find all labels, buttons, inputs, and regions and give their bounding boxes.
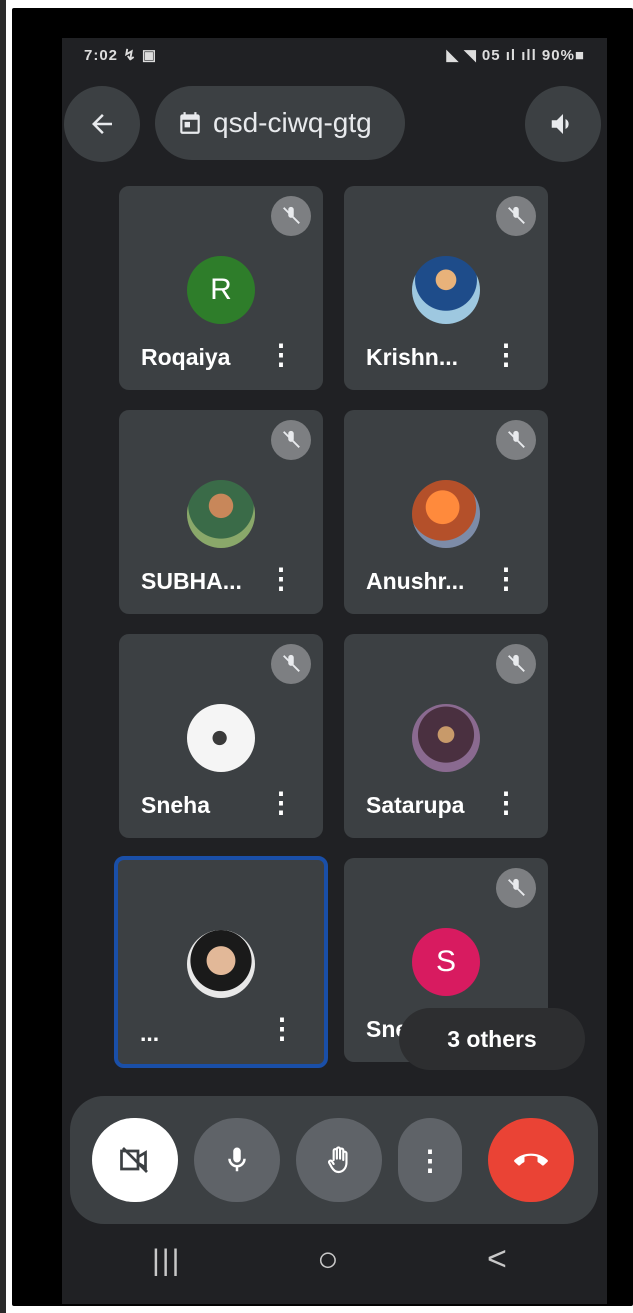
participant-name: Anushr... [366,568,465,594]
recents-button[interactable]: ||| [152,1244,181,1278]
avatar: R [187,256,255,324]
mic-off-icon [496,196,536,236]
status-time: 7:02 ↯ ▣ [84,47,158,64]
avatar [412,480,480,548]
arrow-left-icon [92,114,112,134]
mic-off-icon [271,644,311,684]
meeting-info-button[interactable]: qsd-ciwq-gtg [155,86,405,160]
mic-off-icon [271,420,311,460]
more-vert-icon[interactable]: ⋮ [492,340,520,370]
screenshot-edge [0,0,6,1313]
mic-icon [228,1147,246,1172]
participant-name: ... [140,1020,160,1046]
participant-tile[interactable]: Krishn... ⋮ [344,186,548,390]
end-call-button[interactable] [488,1118,574,1202]
avatar [187,480,255,548]
status-bar: 7:02 ↯ ▣ ◣ ◥ 05 ıl ıll 90%■ [84,46,585,66]
home-button[interactable]: ○ [317,1238,339,1280]
mic-off-icon [271,196,311,236]
participant-name: SUBHA... [141,568,242,594]
speaker-icon [551,114,569,134]
participant-tile[interactable]: Satarupa ⋮ [344,634,548,838]
meeting-code: qsd-ciwq-gtg [213,107,372,138]
meet-screen: 7:02 ↯ ▣ ◣ ◥ 05 ıl ıll 90%■ qsd-ciwq-gtg [62,38,607,1304]
more-vert-icon[interactable]: ⋮ [267,340,295,370]
phone-frame: 7:02 ↯ ▣ ◣ ◥ 05 ıl ıll 90%■ qsd-ciwq-gtg [12,8,633,1306]
more-vert-icon[interactable]: ⋮ [492,564,520,594]
mic-off-icon [496,420,536,460]
participant-name: Krishn... [366,344,459,370]
participant-name: Roqaiya [141,344,231,370]
participant-tile[interactable]: SUBHA... ⋮ [119,410,323,614]
back-nav-button[interactable]: < [487,1240,507,1279]
participant-tile[interactable]: R Roqaiya ⋮ [119,186,323,390]
participant-tile[interactable]: Anushr... ⋮ [344,410,548,614]
mic-off-icon [496,868,536,908]
participant-name: Satarupa [366,792,465,818]
avatar [412,704,480,772]
call-controls: ⋮ [70,1096,598,1224]
microphone-button[interactable] [194,1118,280,1202]
more-options-button[interactable]: ⋮ [398,1118,462,1202]
camera-toggle-button[interactable] [92,1118,178,1202]
avatar [187,930,255,998]
back-button[interactable] [64,86,140,162]
calendar-icon [177,110,203,136]
participant-tile[interactable]: Sneha ⋮ [119,634,323,838]
participant-name: Sneha [141,792,211,818]
mic-off-icon [496,644,536,684]
more-vert-icon[interactable]: ⋮ [267,788,295,818]
raise-hand-button[interactable] [296,1118,382,1202]
end-call-icon [514,1153,548,1166]
more-vert-icon[interactable]: ⋮ [268,1014,296,1044]
audio-output-button[interactable] [525,86,601,162]
avatar [412,256,480,324]
raise-hand-icon [328,1146,348,1174]
avatar [187,704,255,772]
camera-off-icon [120,1147,148,1173]
more-vert-icon: ⋮ [416,1144,444,1176]
participant-tile-self[interactable]: ... ⋮ [114,856,328,1068]
others-badge[interactable]: 3 others [399,1008,585,1070]
more-vert-icon[interactable]: ⋮ [267,564,295,594]
android-nav-bar: ||| ○ < [62,1234,607,1294]
more-vert-icon[interactable]: ⋮ [492,788,520,818]
avatar: S [412,928,480,996]
status-indicators: ◣ ◥ 05 ıl ıll 90%■ [446,47,585,64]
